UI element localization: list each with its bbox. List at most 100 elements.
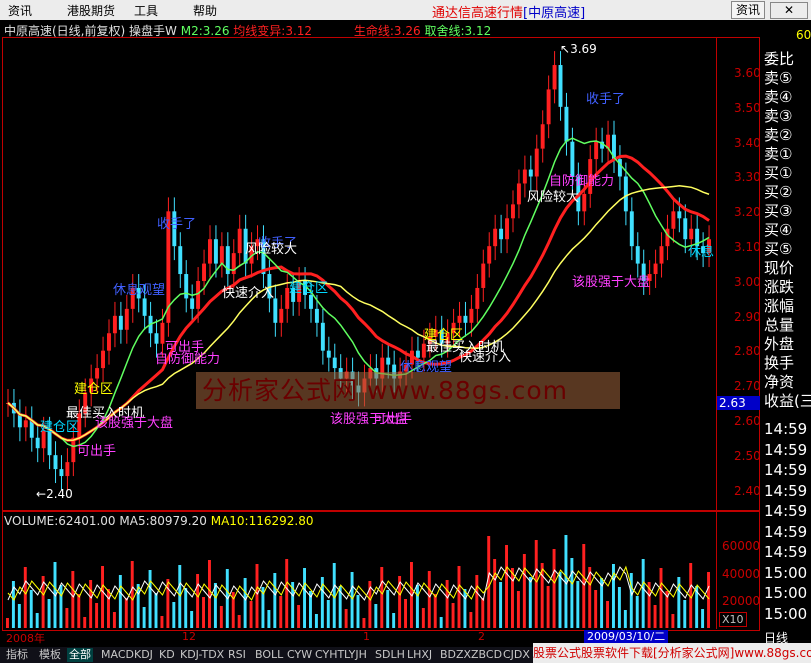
- signal-label: 风险较大: [245, 242, 298, 257]
- volume-info-line: VOLUME:62401.00 MA5:80979.20 MA10:116292…: [4, 514, 314, 528]
- candle-body: [124, 308, 129, 330]
- volume-bar: [570, 558, 574, 628]
- volume-bar: [178, 565, 182, 628]
- volume-bar: [154, 593, 158, 628]
- volume-bar: [249, 601, 253, 628]
- indicator-tab[interactable]: LYJH: [342, 648, 369, 662]
- close-button[interactable]: ✕: [770, 2, 808, 19]
- candle-body: [552, 65, 557, 90]
- volume-bar: [635, 596, 639, 628]
- candle-body: [65, 462, 70, 477]
- current-price-badge: 2.63: [717, 396, 762, 410]
- indicator-tab[interactable]: RSI: [226, 648, 248, 662]
- date-tick-label: 2: [478, 630, 485, 643]
- panel-field-label: 换手: [764, 354, 795, 372]
- volume-bar: [95, 603, 99, 628]
- volume-bar: [184, 588, 188, 628]
- volume-bar: [243, 578, 247, 628]
- volume-bar: [47, 599, 51, 628]
- candle-body: [219, 246, 224, 264]
- candle-body: [190, 298, 195, 309]
- candle-body: [493, 228, 498, 247]
- volume-bar: [374, 604, 378, 628]
- volume-bar: [89, 580, 93, 628]
- volume-bar: [594, 590, 598, 628]
- panel-field-label: 涨跌: [764, 278, 795, 296]
- price-tick-label: 3.30: [734, 170, 761, 185]
- ad-banner[interactable]: 股票公式股票软件下载[分析家公式网]www.88gs.com: [533, 643, 811, 663]
- trade-time: 14:59: [764, 481, 808, 500]
- candle-body: [516, 183, 521, 205]
- indicator-tab[interactable]: ZBCD: [469, 648, 504, 662]
- volume-bar: [124, 598, 128, 628]
- indicator-tab[interactable]: KDJ: [132, 648, 155, 662]
- ma10-value: MA10:116292.80: [210, 514, 314, 528]
- volume-bar: [160, 616, 164, 628]
- candle-body: [112, 315, 117, 334]
- volume-bar: [71, 571, 75, 628]
- indicator-tab[interactable]: 全部: [67, 648, 93, 662]
- volume-bar: [101, 566, 104, 628]
- signal-label: 建仓区: [289, 281, 329, 296]
- volume-bar: [285, 559, 289, 628]
- watermark: 分析家公式网 www.88gs.com: [196, 372, 620, 409]
- candle-body: [95, 368, 100, 379]
- volume-bar: [59, 585, 63, 628]
- candle-body: [463, 315, 468, 323]
- volume-bar: [118, 575, 122, 628]
- candle-body: [505, 218, 509, 240]
- candle-body: [208, 239, 212, 264]
- volume-bar: [552, 549, 556, 628]
- volume-bar: [582, 544, 586, 628]
- panel-field-label: 卖③: [764, 107, 793, 125]
- candle-body: [558, 65, 563, 107]
- indicator-tab[interactable]: LHXJ: [405, 648, 434, 662]
- panel-field-label: 卖④: [764, 88, 793, 106]
- volume-bar: [255, 564, 259, 628]
- candle-body: [279, 308, 284, 323]
- candle-body: [528, 169, 533, 177]
- indicator-tab[interactable]: 模板: [37, 648, 63, 662]
- low-price-value: 2.40: [46, 487, 73, 501]
- indicator-tab[interactable]: BDZX: [438, 648, 473, 662]
- price-tick-label: 3.40: [734, 135, 761, 150]
- indicator-tab[interactable]: CYW: [285, 648, 314, 662]
- candle-body: [53, 455, 58, 470]
- signal-label: 该股强于大盘: [95, 416, 174, 431]
- volume-bar: [707, 572, 710, 628]
- indicator-tab[interactable]: 指标: [4, 648, 30, 662]
- volume-bar: [237, 615, 241, 628]
- volume-bar: [202, 597, 205, 628]
- indicator-tab[interactable]: BOLL: [253, 648, 285, 662]
- indicator-tab[interactable]: MACD: [99, 648, 136, 662]
- candle-body: [635, 246, 640, 264]
- candle-body: [23, 420, 28, 428]
- indicator-tab[interactable]: CJDX: [501, 648, 532, 662]
- volume-bar: [451, 603, 455, 628]
- volume-tick-label: 60000: [722, 539, 761, 553]
- panel-field-label: 买③: [764, 202, 793, 220]
- trade-time: 15:00: [764, 584, 808, 602]
- candle-body: [469, 308, 474, 323]
- indicator-tab[interactable]: KD: [157, 648, 177, 662]
- candle-body: [326, 350, 331, 358]
- signal-label: 建仓区: [40, 420, 80, 435]
- panel-top-number: 60: [796, 28, 811, 42]
- signal-label: 建仓区: [74, 382, 114, 397]
- volume-bar: [469, 612, 473, 628]
- candle-body: [332, 357, 337, 369]
- volume-bar: [279, 596, 283, 628]
- candle-body: [499, 228, 504, 240]
- candle-body: [677, 211, 682, 219]
- volume-bar: [439, 617, 443, 628]
- volume-bar: [606, 601, 609, 628]
- candle-body: [475, 287, 480, 309]
- ma5-value: MA5:80979.20: [119, 514, 207, 528]
- indicator-tab[interactable]: SDLH: [373, 648, 407, 662]
- panel-field-label: 买⑤: [764, 240, 793, 258]
- candle-body: [160, 322, 165, 344]
- candle-body: [314, 308, 319, 323]
- trade-time: 14:59: [764, 543, 808, 561]
- indicator-tab[interactable]: KDJ-TDX: [178, 648, 226, 662]
- candlestick-chart[interactable]: [0, 0, 760, 645]
